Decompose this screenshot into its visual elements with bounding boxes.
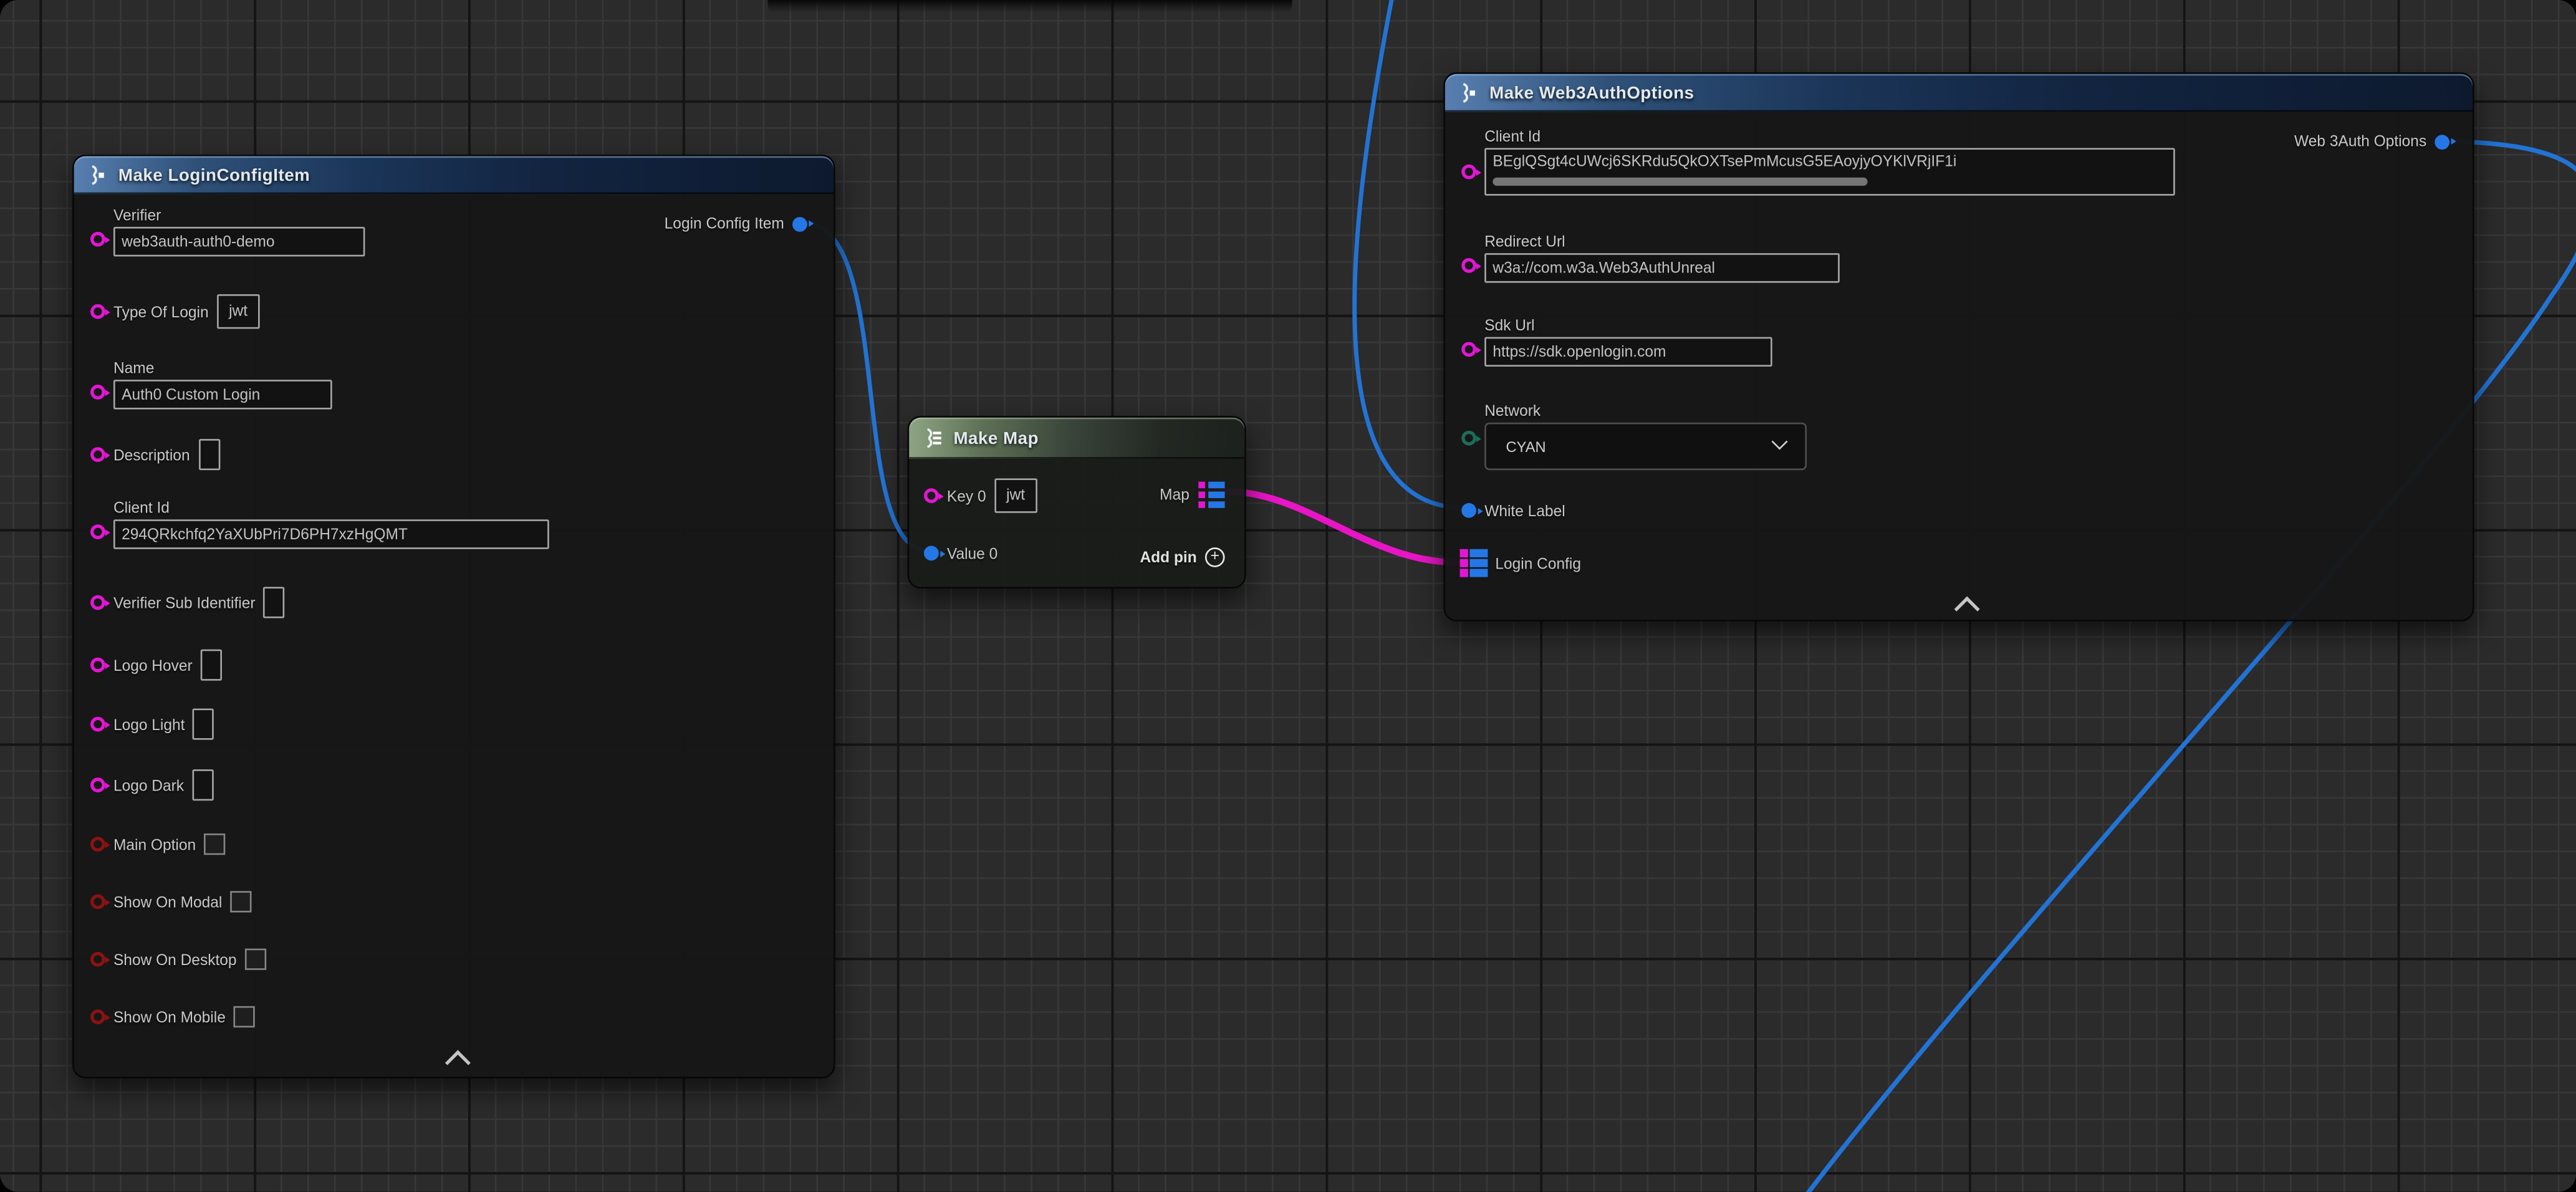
pin-description[interactable] (90, 447, 105, 462)
key0-input[interactable]: jwt (994, 478, 1037, 512)
pin-label-type-of-login: Type Of Login (113, 304, 209, 320)
pin-show-on-modal[interactable] (90, 895, 105, 910)
make-struct-icon (87, 165, 108, 186)
pin-white-label[interactable] (1461, 503, 1476, 518)
add-pin-label: Add pin (1140, 549, 1196, 565)
chevron-down-icon (1772, 433, 1788, 449)
pin-type-of-login[interactable] (90, 304, 105, 319)
pin-label-client-id: Client Id (1484, 128, 2175, 145)
blueprint-editor: Make LoginConfigItem Login Config Item V… (0, 0, 2576, 1192)
node-title: Make Web3AuthOptions (1489, 83, 1694, 103)
pin-logo-hover[interactable] (90, 658, 105, 673)
pin-label-description: Description (113, 446, 190, 463)
node-make-web3authoptions[interactable]: Make Web3AuthOptions Web 3Auth Options C… (1443, 72, 2474, 622)
pin-label-logo-light: Logo Light (113, 716, 185, 732)
pin-main-option[interactable] (90, 837, 105, 852)
pin-label-verifier: Verifier (113, 207, 365, 223)
network-selected-value: CYAN (1506, 438, 1545, 454)
wire-map-to-login-config[interactable] (1221, 491, 1458, 562)
type-of-login-input[interactable]: jwt (217, 294, 260, 329)
pin-label-redirect-url: Redirect Url (1484, 233, 1840, 249)
description-input[interactable] (198, 439, 219, 470)
pin-verifier-sub-identifier[interactable] (90, 595, 105, 610)
pin-label-name: Name (113, 360, 332, 377)
logo-dark-input[interactable] (192, 769, 213, 800)
pin-key0[interactable] (924, 488, 939, 503)
pin-label-network: Network (1484, 403, 1807, 419)
redirect-url-input[interactable]: w3a://com.w3a.Web3AuthUnreal (1484, 253, 1840, 282)
node-title: Make Map (953, 428, 1039, 448)
verifier-input[interactable]: web3auth-auth0-demo (113, 227, 365, 256)
node-header[interactable]: Make Map (909, 418, 1244, 459)
offscreen-node-shadow (767, 0, 1292, 13)
pin-label-key0: Key 0 (947, 488, 986, 504)
pin-login-config-item-output[interactable] (792, 216, 807, 231)
verifier-sub-identifier-input[interactable] (264, 587, 285, 618)
node-title: Make LoginConfigItem (118, 165, 310, 185)
pin-label-value0: Value 0 (947, 545, 997, 561)
client-id-input[interactable]: 294QRkchfq2YaXUbPri7D6PH7xzHgQMT (113, 519, 549, 549)
pin-label-show-on-modal: Show On Modal (113, 893, 222, 910)
output-pin-label: Web 3Auth Options (2294, 133, 2426, 150)
pin-network[interactable] (1461, 431, 1476, 446)
logo-light-input[interactable] (193, 709, 214, 740)
pin-label-map-output: Map (1160, 487, 1189, 503)
pin-verifier[interactable] (90, 232, 105, 247)
pin-map-output[interactable] (1198, 481, 1225, 509)
pin-sdk-url[interactable] (1461, 342, 1476, 357)
pin-show-on-desktop[interactable] (90, 952, 105, 967)
pin-label-show-on-desktop: Show On Desktop (113, 951, 237, 968)
pin-label-verifier-sub-identifier: Verifier Sub Identifier (113, 594, 256, 610)
sdk-url-input[interactable]: https://sdk.openlogin.com (1484, 337, 1772, 367)
pin-value0[interactable] (924, 546, 939, 560)
pin-redirect-url[interactable] (1461, 258, 1476, 273)
name-input[interactable]: Auth0 Custom Login (113, 380, 332, 409)
collapse-node-chevron-icon[interactable] (445, 1050, 471, 1075)
network-dropdown[interactable]: CYAN (1484, 423, 1807, 470)
main-option-checkbox[interactable] (204, 834, 225, 855)
add-pin-button[interactable] (1205, 547, 1225, 567)
pin-name[interactable] (90, 385, 105, 400)
logo-hover-input[interactable] (201, 650, 222, 681)
client-id-input[interactable]: BEglQSgt4cUWcj6SKRdu5QkOXTsePmMcusG5EAoy… (1484, 148, 2175, 195)
make-map-icon (922, 428, 943, 449)
node-header[interactable]: Make Web3AuthOptions (1445, 74, 2473, 112)
pin-logo-light[interactable] (90, 717, 105, 732)
pin-label-show-on-mobile: Show On Mobile (113, 1009, 226, 1025)
output-pin-label: Login Config Item (665, 215, 784, 231)
pin-client-id[interactable] (1461, 165, 1476, 180)
collapse-node-chevron-icon[interactable] (1954, 596, 1980, 622)
pin-show-on-mobile[interactable] (90, 1009, 105, 1024)
node-make-loginconfigitem[interactable]: Make LoginConfigItem Login Config Item V… (72, 155, 835, 1079)
pin-label-white-label: White Label (1484, 502, 1565, 519)
node-header[interactable]: Make LoginConfigItem (74, 156, 834, 195)
pin-label-logo-hover: Logo Hover (113, 656, 193, 673)
node-make-map[interactable]: Make Map Key 0 jwt Map Value 0 Add pin (908, 416, 1246, 589)
pin-label-main-option: Main Option (113, 836, 196, 852)
pin-client-id[interactable] (90, 524, 105, 539)
show-on-desktop-checkbox[interactable] (245, 949, 266, 970)
pin-label-sdk-url: Sdk Url (1484, 317, 1772, 334)
pin-label-login-config: Login Config (1495, 555, 1581, 571)
pin-label-client-id: Client Id (113, 500, 549, 516)
pin-logo-dark[interactable] (90, 777, 105, 792)
show-on-modal-checkbox[interactable] (231, 891, 252, 912)
pin-login-config[interactable] (1460, 549, 1487, 577)
graph-canvas[interactable]: Make LoginConfigItem Login Config Item V… (0, 0, 2576, 1192)
show-on-mobile-checkbox[interactable] (234, 1006, 255, 1027)
client-id-scrollbar[interactable] (1492, 178, 1867, 186)
make-struct-icon (1458, 82, 1479, 103)
pin-label-logo-dark: Logo Dark (113, 777, 184, 793)
pin-web3auth-options-output[interactable] (2434, 134, 2449, 149)
